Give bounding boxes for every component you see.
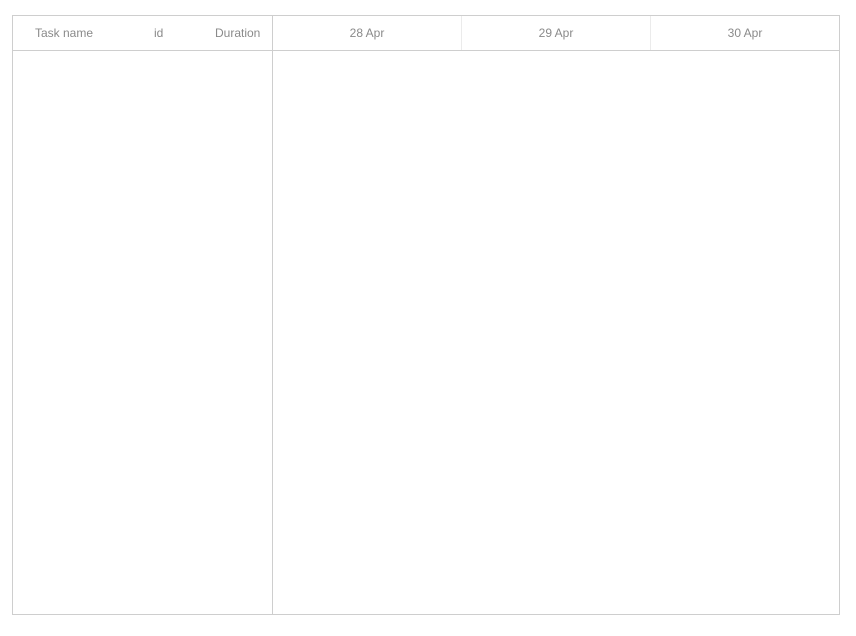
grid-header: Task name id Duration: [13, 16, 272, 51]
scale-cell-date: 30 Apr: [727, 26, 763, 40]
timeline-body[interactable]: [273, 51, 839, 614]
scale-cell-date: 28 Apr: [273, 16, 462, 50]
gantt-chart: Task name id Duration 28 Apr 29 Apr 30 A…: [12, 15, 840, 615]
scale-cell-date: 29 Apr: [462, 16, 651, 50]
column-header-duration[interactable]: Duration: [215, 16, 260, 50]
timeline-scale: 28 Apr 29 Apr 30 Apr: [273, 16, 839, 51]
column-header-id[interactable]: id: [154, 16, 163, 50]
timeline: 28 Apr 29 Apr 30 Apr: [273, 16, 839, 614]
column-header-task-name[interactable]: Task name: [35, 16, 93, 50]
task-grid: Task name id Duration: [13, 16, 273, 614]
grid-body[interactable]: [13, 51, 272, 614]
